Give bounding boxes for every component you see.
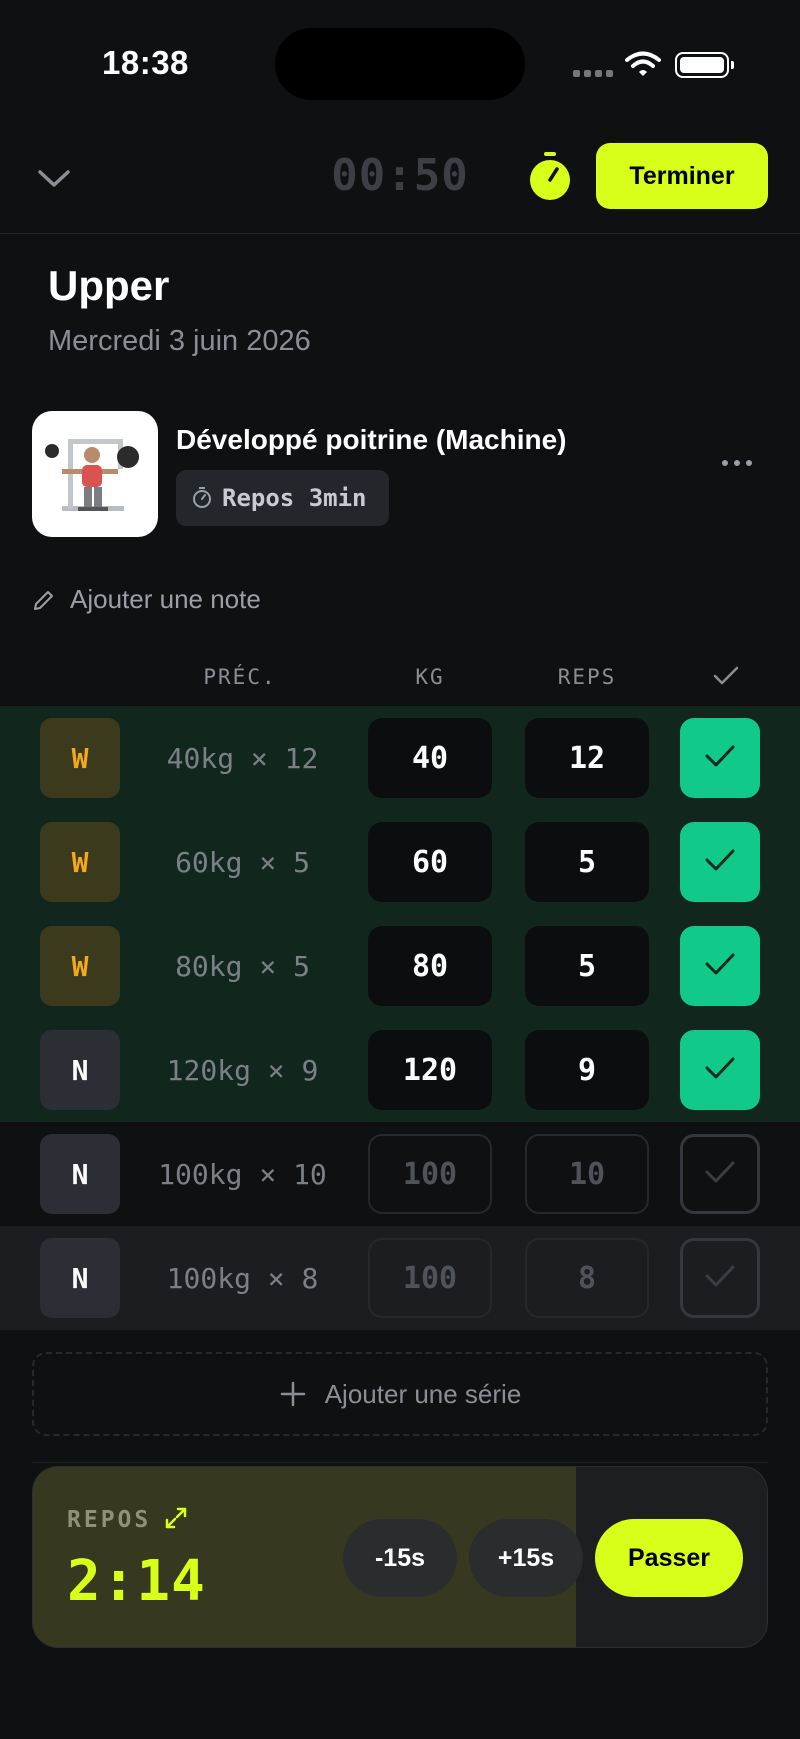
dynamic-island (275, 28, 525, 100)
plus-15s-button[interactable]: +15s (469, 1519, 583, 1597)
previous-performance[interactable]: 60kg × 5 (130, 810, 355, 914)
previous-performance[interactable]: 40kg × 12 (130, 706, 355, 810)
complete-set-checkbox[interactable] (680, 822, 760, 902)
chevron-down-icon[interactable] (36, 160, 72, 196)
finish-workout-button[interactable]: Terminer (596, 143, 768, 209)
stopwatch-icon[interactable] (528, 152, 572, 202)
complete-set-checkbox[interactable] (680, 926, 760, 1006)
set-type-badge[interactable]: W (40, 926, 120, 1006)
set-row: W 80kg × 5 80 5 (0, 914, 800, 1018)
reps-input[interactable]: 8 (525, 1238, 649, 1318)
wifi-icon (625, 51, 661, 76)
add-note-label: Ajouter une note (70, 584, 261, 614)
add-set-label: Ajouter une série (324, 1378, 522, 1409)
reps-input[interactable]: 5 (525, 926, 649, 1006)
rest-timer-card: REPOS 2:14 -15s +15s Passer (32, 1466, 768, 1648)
set-type-badge[interactable]: W (40, 822, 120, 902)
set-row: W 40kg × 12 40 12 (0, 706, 800, 810)
weight-input[interactable]: 100 (368, 1134, 492, 1214)
divider (32, 1462, 768, 1463)
expand-icon[interactable] (163, 1505, 189, 1531)
timer-icon (193, 487, 211, 508)
check-icon (703, 742, 737, 775)
set-row: N 100kg × 8 100 8 (0, 1226, 800, 1330)
plus-icon (280, 1381, 305, 1407)
skip-rest-button[interactable]: Passer (595, 1519, 743, 1597)
check-icon (703, 846, 737, 879)
workout-date: Mercredi 3 juin 2026 (48, 325, 311, 357)
add-set-button[interactable]: Ajouter une série (32, 1352, 768, 1436)
weight-input[interactable]: 80 (368, 926, 492, 1006)
weight-input[interactable]: 40 (368, 718, 492, 798)
check-icon (703, 1054, 737, 1087)
set-type-badge[interactable]: W (40, 718, 120, 798)
signal-icon (573, 70, 613, 77)
previous-performance[interactable]: 80kg × 5 (130, 914, 355, 1018)
workout-top-bar: 00:50 Terminer (0, 130, 800, 234)
exercise-name[interactable]: Développé poitrine (Machine) (176, 424, 567, 456)
set-row: N 120kg × 9 120 9 (0, 1018, 800, 1122)
reps-input[interactable]: 9 (525, 1030, 649, 1110)
previous-performance[interactable]: 120kg × 9 (130, 1018, 355, 1122)
add-note-button[interactable]: Ajouter une note (32, 584, 261, 615)
more-options-icon[interactable] (722, 460, 752, 466)
minus-15s-button[interactable]: -15s (343, 1519, 457, 1597)
column-header-reps: REPS (557, 665, 617, 689)
reps-input[interactable]: 12 (525, 718, 649, 798)
status-bar: 18:38 (0, 0, 800, 130)
weight-input[interactable]: 120 (368, 1030, 492, 1110)
reps-input[interactable]: 5 (525, 822, 649, 902)
check-icon (703, 950, 737, 983)
chest-press-machine-illustration (45, 439, 139, 511)
set-type-badge[interactable]: N (40, 1134, 120, 1214)
check-icon (703, 1158, 737, 1191)
reps-input[interactable]: 10 (525, 1134, 649, 1214)
set-row: N 100kg × 10 100 10 (0, 1122, 800, 1226)
set-row: W 60kg × 5 60 5 (0, 810, 800, 914)
weight-input[interactable]: 100 (368, 1238, 492, 1318)
set-type-badge[interactable]: N (40, 1030, 120, 1110)
previous-performance[interactable]: 100kg × 10 (130, 1122, 355, 1226)
set-type-badge[interactable]: N (40, 1238, 120, 1318)
complete-set-checkbox[interactable] (680, 1134, 760, 1214)
rest-timer-countdown: 2:14 (67, 1549, 206, 1614)
complete-set-checkbox[interactable] (680, 1238, 760, 1318)
column-header-prev: PRÉC. (203, 665, 277, 689)
check-icon (703, 1262, 737, 1295)
workout-title: Upper (48, 262, 170, 309)
rest-duration-chip[interactable]: Repos 3min (176, 470, 389, 526)
column-header-kg: KG (415, 665, 445, 689)
pencil-icon (34, 590, 53, 610)
rest-timer-label: REPOS (67, 1507, 152, 1533)
column-header-check-icon (713, 666, 739, 685)
exercise-thumbnail[interactable] (32, 411, 158, 537)
rest-duration-label: Repos 3min (222, 484, 367, 512)
complete-set-checkbox[interactable] (680, 718, 760, 798)
complete-set-checkbox[interactable] (680, 1030, 760, 1110)
weight-input[interactable]: 60 (368, 822, 492, 902)
elapsed-timer: 00:50 (331, 150, 469, 201)
status-time: 18:38 (102, 44, 189, 81)
previous-performance[interactable]: 100kg × 8 (130, 1226, 355, 1330)
battery-icon (675, 52, 734, 78)
